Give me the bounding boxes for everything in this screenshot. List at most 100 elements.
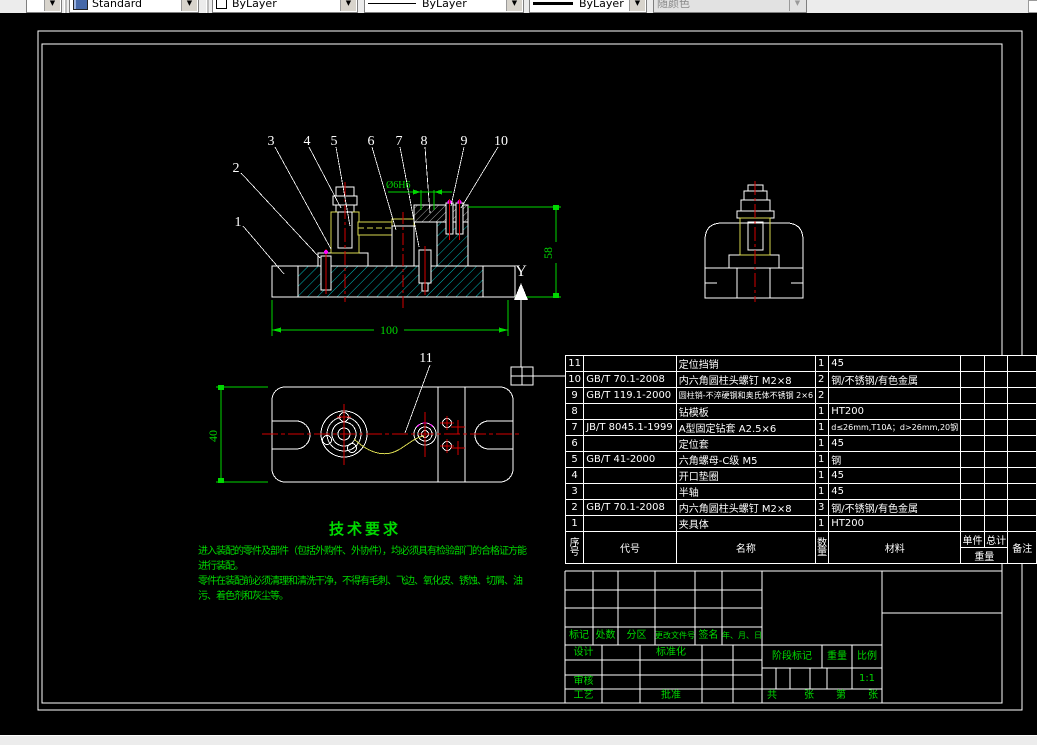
tb-weight: 重量	[827, 651, 847, 662]
bom-table: 11 定位挡销 1 45 10 GB/T 70.1-2008 内六角圆柱头螺钉 M2×8 2 钢…	[564, 355, 1037, 564]
bom-cell	[983, 499, 1009, 516]
bom-row: 1 夹具体 1 HT200	[564, 515, 1037, 532]
bom-cell	[960, 483, 985, 500]
color-combo[interactable]: ByLayer ▼	[212, 0, 358, 13]
bom-cell: A型固定钻套 A2.5×6	[675, 419, 817, 436]
bom-header-qty: 数量	[815, 531, 830, 564]
bom-row: 4 开口垫圈 1 45	[564, 467, 1037, 484]
tb-stage-mark: 阶段标记	[772, 651, 812, 662]
bom-cell: 2	[564, 499, 585, 516]
bom-cell	[983, 387, 1009, 404]
bom-cell: HT200	[828, 515, 962, 532]
dim-40: 40	[206, 430, 220, 442]
bom-cell: 10	[564, 371, 585, 388]
callout-5: 5	[331, 134, 338, 149]
bom-cell	[983, 467, 1009, 484]
bom-row: 3 半轴 1 45	[564, 483, 1037, 500]
chevron-down-icon[interactable]: ▼	[340, 0, 356, 11]
bom-cell	[583, 515, 677, 532]
bom-cell	[1007, 403, 1037, 420]
bom-cell: 45	[828, 355, 962, 372]
bom-row: 10 GB/T 70.1-2008 内六角圆柱头螺钉 M2×8 2 钢/不锈钢/有色金属	[564, 371, 1037, 388]
callout-10: 10	[494, 134, 508, 149]
bom-cell	[1007, 355, 1037, 372]
callout-11: 11	[419, 351, 432, 366]
tb-sheet-total: 共	[767, 690, 777, 701]
bom-cell	[960, 387, 985, 404]
bom-cell: 定位挡销	[675, 355, 817, 372]
bom-header-remark: 备注	[1007, 531, 1037, 564]
plotstyle-combo: 随颜色 ▼	[653, 0, 807, 13]
callout-7: 7	[396, 134, 403, 149]
bom-cell: 1	[815, 451, 830, 468]
bom-header-name: 名称	[675, 531, 817, 564]
bom-cell	[983, 403, 1009, 420]
tech-requirements: 技术要求 进入装配的零件及部件（包括外购件、外协件），均必须具有检验部门的合格证…	[198, 518, 532, 604]
tb-scale: 比例	[857, 651, 877, 662]
tb-rev-count: 处数	[595, 630, 616, 641]
bom-cell: GB/T 70.1-2008	[583, 371, 677, 388]
bom-cell: 1	[815, 419, 830, 436]
bom-cell	[983, 371, 1009, 388]
tb-sheet-no: 第	[836, 690, 846, 701]
bom-row: 5 GB/T 41-2000 六角螺母-C级 M5 1 钢	[564, 451, 1037, 468]
bom-cell: 1	[815, 403, 830, 420]
bom-header-unit: 单件	[960, 531, 985, 548]
bom-cell: 7	[564, 419, 585, 436]
bom-cell: 圆柱销-不淬硬钢和奥氏体不锈钢 2×6	[675, 387, 817, 404]
chevron-down-icon[interactable]: ▼	[44, 0, 60, 11]
linetype-combo[interactable]: ByLayer ▼	[364, 0, 524, 13]
bom-cell	[1007, 515, 1037, 532]
bom-cell: 2	[815, 371, 830, 388]
bom-cell	[983, 483, 1009, 500]
bom-cell: 1	[815, 483, 830, 500]
toolbar-fragment	[1028, 0, 1037, 13]
bom-cell: 开口垫圈	[675, 467, 817, 484]
bom-cell	[960, 451, 985, 468]
bom-cell	[1007, 499, 1037, 516]
bom-cell	[1007, 387, 1037, 404]
style-combo[interactable]: Standard ▼	[69, 0, 199, 13]
bom-cell: 9	[564, 387, 585, 404]
bom-cell: 5	[564, 451, 585, 468]
bom-cell: GB/T 119.1-2000	[583, 387, 677, 404]
bom-cell	[960, 403, 985, 420]
plotstyle-combo-value: 随颜色	[657, 0, 690, 10]
bom-cell: 11	[564, 355, 585, 372]
tech-req-line: 进入装配的零件及部件（包括外购件、外协件），均必须具有检验部门的合格证方能	[198, 546, 527, 557]
tb-process: 工艺	[573, 690, 594, 701]
callout-8: 8	[421, 134, 428, 149]
chevron-down-icon[interactable]: ▼	[181, 0, 197, 11]
docked-combo-partial[interactable]: ▼	[26, 0, 62, 13]
bom-cell: 45	[828, 483, 962, 500]
bom-cell: 钢/不锈钢/有色金属	[828, 499, 962, 516]
bom-row: 9 GB/T 119.1-2000 圆柱销-不淬硬钢和奥氏体不锈钢 2×6 2	[564, 387, 1037, 404]
bom-cell: 钢/不锈钢/有色金属	[828, 371, 962, 388]
bom-cell: 45	[828, 435, 962, 452]
bom-cell: 内六角圆柱头螺钉 M2×8	[675, 371, 817, 388]
toolbar-separator	[64, 0, 67, 13]
chevron-down-icon[interactable]: ▼	[629, 0, 645, 11]
lineweight-combo-value: ByLayer	[579, 0, 624, 10]
bom-cell	[583, 355, 677, 372]
bom-cell: 1	[815, 467, 830, 484]
tb-design: 设计	[573, 647, 594, 658]
bom-cell: 8	[564, 403, 585, 420]
bom-cell	[960, 435, 985, 452]
lineweight-sample-icon	[533, 1, 573, 5]
bom-cell: 钢	[828, 451, 962, 468]
datum-label: Y	[515, 263, 527, 280]
tb-check: 审核	[573, 676, 594, 687]
bom-row: 6 定位套 1 45	[564, 435, 1037, 452]
tb-rev-zone: 分区	[626, 630, 647, 641]
chevron-down-icon[interactable]: ▼	[506, 0, 522, 11]
bom-cell: 3	[815, 499, 830, 516]
bom-cell	[583, 435, 677, 452]
bom-header-no: 序号	[564, 531, 585, 564]
lineweight-combo[interactable]: ByLayer ▼	[529, 0, 647, 13]
bom-cell	[583, 403, 677, 420]
bom-header-code: 代号	[583, 531, 677, 564]
dim-100: 100	[380, 323, 398, 337]
dim-hole: Ø6H6	[386, 180, 410, 191]
callout-6: 6	[368, 134, 375, 149]
